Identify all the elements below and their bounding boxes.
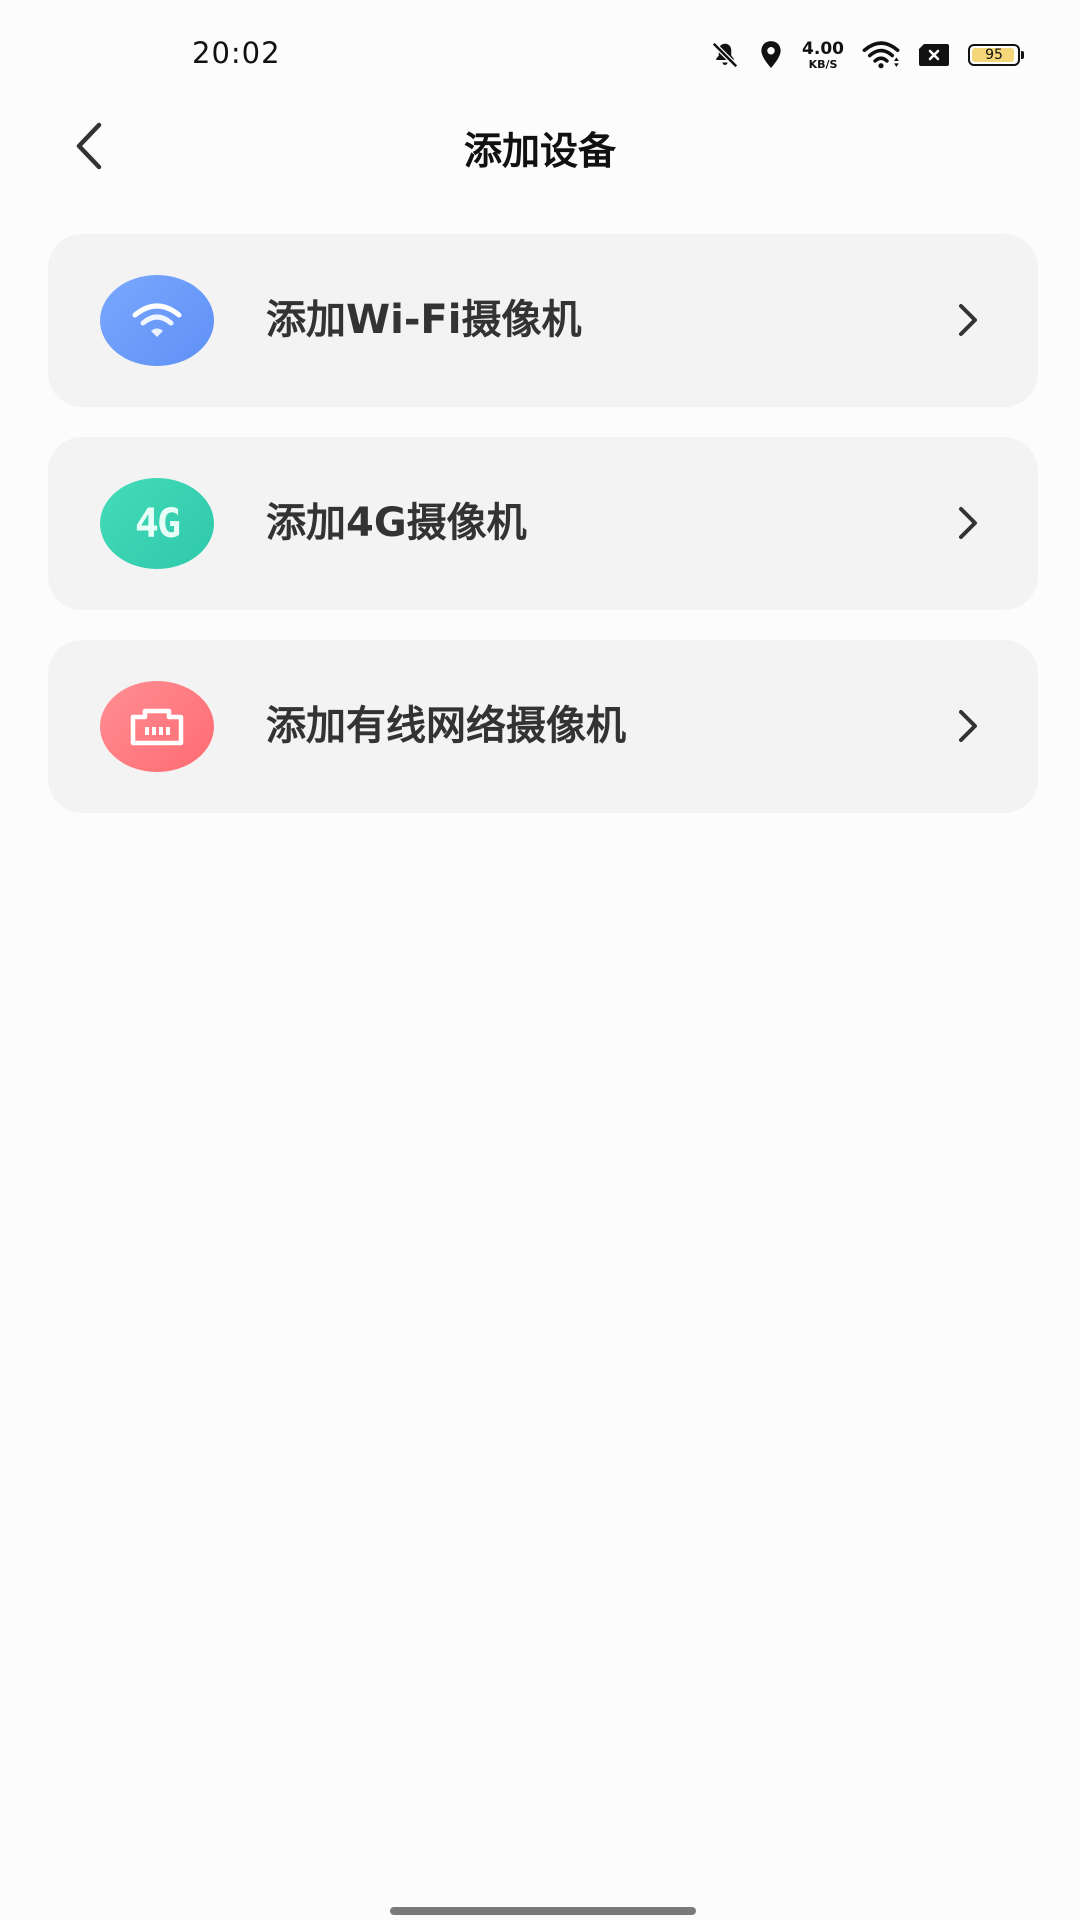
chevron-right-icon <box>948 706 988 746</box>
add-4g-camera-button[interactable]: 4G 添加4G摄像机 <box>48 437 1038 610</box>
wifi-icon <box>862 40 900 70</box>
4g-icon-text: 4G <box>134 500 181 547</box>
battery-nub <box>1021 51 1024 59</box>
status-icons: 4.00 KB/S 95 <box>710 38 1024 72</box>
status-bar: 20:02 4.00 KB/S 95 <box>0 0 1080 110</box>
home-indicator[interactable] <box>390 1907 696 1915</box>
add-wired-camera-button[interactable]: 添加有线网络摄像机 <box>48 640 1038 813</box>
wifi-icon <box>100 275 214 366</box>
battery-icon: 95 <box>968 44 1024 66</box>
page-title: 添加设备 <box>463 129 616 173</box>
option-label: 添加4G摄像机 <box>266 500 527 546</box>
ethernet-port-icon <box>100 681 214 772</box>
4g-icon: 4G <box>100 478 214 569</box>
location-icon <box>758 40 784 70</box>
net-speed-unit: KB/S <box>808 57 838 71</box>
chevron-right-icon <box>948 300 988 340</box>
battery-level: 95 <box>985 47 1003 63</box>
mute-bell-icon <box>710 40 740 70</box>
option-label: 添加Wi-Fi摄像机 <box>266 297 582 343</box>
header: 添加设备 <box>0 110 1080 180</box>
net-speed-value: 4.00 <box>802 38 844 59</box>
status-time: 20:02 <box>192 36 281 70</box>
option-list: 添加Wi-Fi摄像机 4G 添加4G摄像机 添加有线网络摄像机 <box>48 234 1038 843</box>
option-label: 添加有线网络摄像机 <box>266 703 626 749</box>
net-speed: 4.00 KB/S <box>802 38 844 71</box>
chevron-right-icon <box>948 503 988 543</box>
sim-x-icon <box>918 43 950 67</box>
add-wifi-camera-button[interactable]: 添加Wi-Fi摄像机 <box>48 234 1038 407</box>
